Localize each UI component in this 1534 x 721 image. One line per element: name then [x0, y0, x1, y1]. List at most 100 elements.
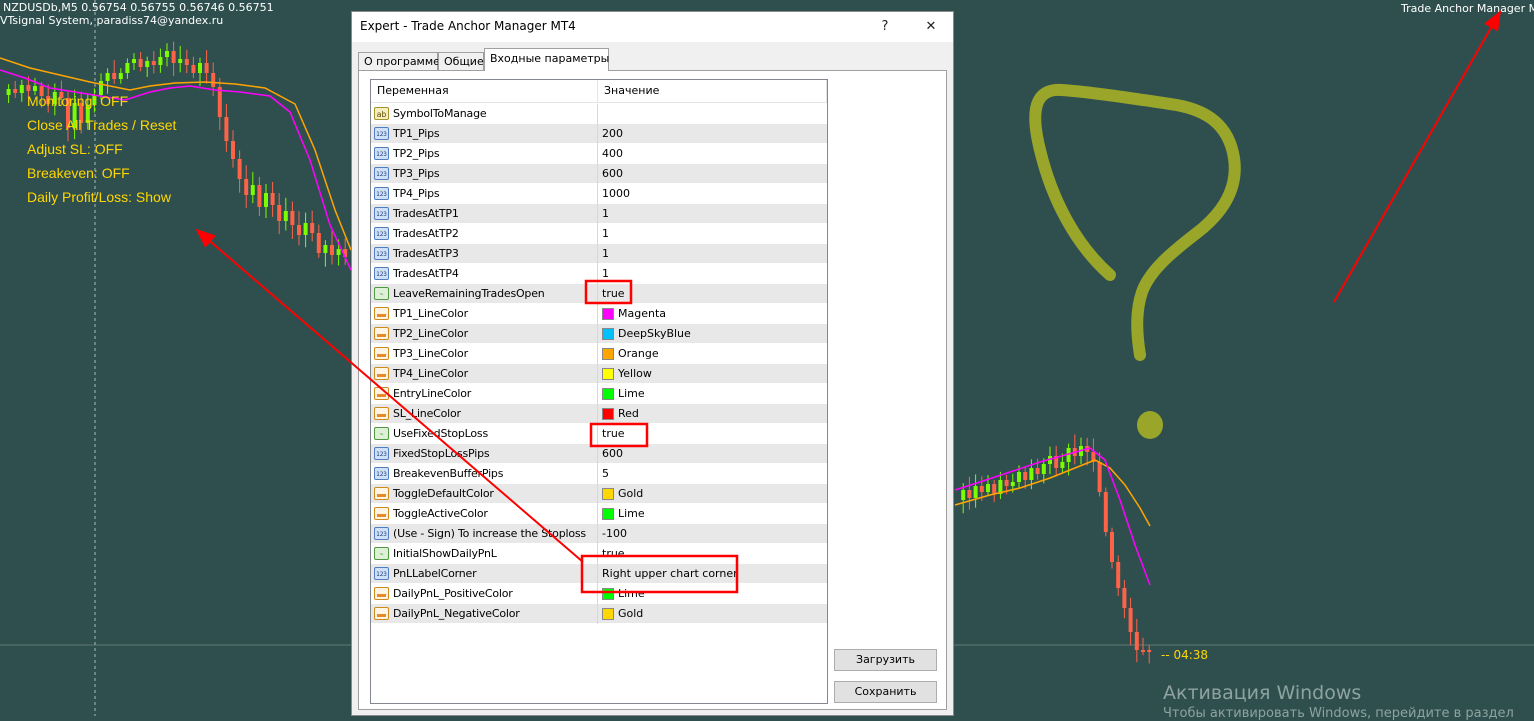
parameter-value-cell[interactable]: Lime [598, 504, 827, 524]
parameter-value-cell[interactable]: 5 [598, 464, 827, 484]
parameter-name-cell: DailyPnL_NegativeColor [371, 604, 598, 624]
candle-body [26, 85, 31, 91]
candle-body [330, 245, 334, 255]
parameter-value-cell[interactable]: Right upper chart corner [598, 564, 827, 584]
parameter-value-cell[interactable]: 600 [598, 164, 827, 184]
parameter-row[interactable]: ab SymbolToManage [371, 104, 827, 124]
parameter-value-cell[interactable] [598, 104, 827, 124]
parameter-row[interactable]: EntryLineColor Lime [371, 384, 827, 404]
help-button[interactable]: ? [865, 12, 905, 42]
parameter-row[interactable]: 123 TP4_Pips 1000 [371, 184, 827, 204]
parameters-grid[interactable]: Переменная Значение ab SymbolToManage 123 T… [370, 79, 828, 704]
status-line[interactable]: Monitoring: OFF [27, 93, 128, 109]
parameter-value-cell[interactable]: 1 [598, 224, 827, 244]
candle-body [1147, 650, 1152, 652]
parameter-value-cell[interactable]: 600 [598, 444, 827, 464]
parameter-value-cell[interactable]: 200 [598, 124, 827, 144]
parameter-row[interactable]: TP4_LineColor Yellow [371, 364, 827, 384]
status-line[interactable]: Close All Trades / Reset [27, 117, 176, 133]
parameter-name-cell: 123 TradesAtTP1 [371, 204, 598, 224]
parameter-value-cell[interactable]: Yellow [598, 364, 827, 384]
status-line[interactable]: Daily Profit/Loss: Show [27, 189, 171, 205]
parameter-name: FixedStopLossPips [393, 447, 490, 460]
parameter-row[interactable]: 123 TP3_Pips 600 [371, 164, 827, 184]
status-line[interactable]: Breakeven: OFF [27, 165, 130, 181]
numeric-type-icon: 123 [374, 447, 389, 460]
parameter-row[interactable]: 123 (Use - Sign) To increase the Stoploss… [371, 524, 827, 544]
candle-body [217, 87, 222, 117]
parameter-row[interactable]: 123 TP2_Pips 400 [371, 144, 827, 164]
parameter-value-cell[interactable]: true [598, 424, 827, 444]
candle-timer: -- 04:38 [1161, 648, 1209, 662]
close-icon: ✕ [925, 19, 937, 34]
parameter-row[interactable]: DailyPnL_NegativeColor Gold [371, 604, 827, 624]
parameter-row[interactable]: ~ UseFixedStopLoss true [371, 424, 827, 444]
candle-body [323, 245, 328, 253]
color-type-icon [374, 587, 389, 600]
parameter-name-cell: 123 TradesAtTP4 [371, 264, 598, 284]
parameter-value-cell[interactable]: Gold [598, 484, 827, 504]
numeric-type-icon: 123 [374, 247, 389, 260]
parameter-value-cell[interactable]: true [598, 284, 827, 304]
boolean-type-icon: ~ [374, 427, 389, 440]
parameter-value-cell[interactable]: 400 [598, 144, 827, 164]
parameter-row[interactable]: 123 TradesAtTP4 1 [371, 264, 827, 284]
parameter-value-cell[interactable]: Orange [598, 344, 827, 364]
parameter-name-cell: 123 TradesAtTP3 [371, 244, 598, 264]
parameter-value-cell[interactable]: Lime [598, 384, 827, 404]
parameter-row[interactable]: ToggleDefaultColor Gold [371, 484, 827, 504]
parameter-value-cell[interactable]: 1 [598, 204, 827, 224]
candle-body [1110, 532, 1114, 562]
column-header-name[interactable]: Переменная [371, 80, 598, 102]
tab-common[interactable]: Общие [438, 52, 484, 70]
candle-body [112, 73, 117, 79]
candle-body [1122, 588, 1127, 608]
close-button[interactable]: ✕ [911, 12, 951, 42]
title-bar[interactable]: Expert - Trade Anchor Manager MT4 ? ✕ [352, 12, 953, 42]
parameter-value-cell[interactable]: Lime [598, 584, 827, 604]
parameter-value-cell[interactable]: true [598, 544, 827, 564]
parameter-row[interactable]: ~ InitialShowDailyPnL true [371, 544, 827, 564]
parameter-value: 1000 [602, 187, 630, 200]
parameter-value-cell[interactable]: Gold [598, 604, 827, 624]
candle-body [1097, 462, 1102, 492]
parameter-row[interactable]: ToggleActiveColor Lime [371, 504, 827, 524]
parameter-row[interactable]: 123 BreakevenBufferPips 5 [371, 464, 827, 484]
parameter-value-cell[interactable]: 1 [598, 244, 827, 264]
activation-watermark-subtitle: Чтобы активировать Windows, перейдите в … [1163, 706, 1514, 721]
parameter-row[interactable]: SL_LineColor Red [371, 404, 827, 424]
column-header-value[interactable]: Значение [598, 80, 827, 102]
parameter-value-cell[interactable]: Red [598, 404, 827, 424]
save-button[interactable]: Сохранить [834, 681, 937, 703]
tab-about[interactable]: О программе [358, 52, 440, 70]
parameter-row[interactable]: 123 TradesAtTP1 1 [371, 204, 827, 224]
parameter-name: PnLLabelCorner [393, 567, 477, 580]
expert-properties-dialog: Expert - Trade Anchor Manager MT4 ? ✕ О … [351, 11, 954, 716]
parameter-row[interactable]: DailyPnL_PositiveColor Lime [371, 584, 827, 604]
parameter-value-cell[interactable]: -100 [598, 524, 827, 544]
parameter-row[interactable]: TP3_LineColor Orange [371, 344, 827, 364]
parameter-name-cell: ToggleActiveColor [371, 504, 598, 524]
parameter-value: true [602, 287, 625, 300]
load-button[interactable]: Загрузить [834, 649, 937, 671]
parameter-name-cell: ~ UseFixedStopLoss [371, 424, 598, 444]
parameter-value-cell[interactable]: DeepSkyBlue [598, 324, 827, 344]
parameter-value-cell[interactable]: 1 [598, 264, 827, 284]
parameter-value-cell[interactable]: Magenta [598, 304, 827, 324]
parameter-row[interactable]: ~ LeaveRemainingTradesOpen true [371, 284, 827, 304]
parameter-row[interactable]: 123 TP1_Pips 200 [371, 124, 827, 144]
parameter-row[interactable]: 123 TradesAtTP3 1 [371, 244, 827, 264]
parameter-value: DeepSkyBlue [618, 327, 691, 340]
candle-body [224, 117, 229, 141]
color-swatch [602, 308, 614, 320]
parameter-value-cell[interactable]: 1000 [598, 184, 827, 204]
parameter-row[interactable]: 123 FixedStopLossPips 600 [371, 444, 827, 464]
candle-body [277, 205, 282, 221]
parameter-row[interactable]: 123 TradesAtTP2 1 [371, 224, 827, 244]
status-line[interactable]: Adjust SL: OFF [27, 141, 123, 157]
parameter-row[interactable]: TP2_LineColor DeepSkyBlue [371, 324, 827, 344]
tab-inputs[interactable]: Входные параметры [484, 48, 609, 71]
parameter-row[interactable]: TP1_LineColor Magenta [371, 304, 827, 324]
candle-body [33, 86, 37, 91]
parameter-row[interactable]: 123 PnLLabelCorner Right upper chart corne… [371, 564, 827, 584]
